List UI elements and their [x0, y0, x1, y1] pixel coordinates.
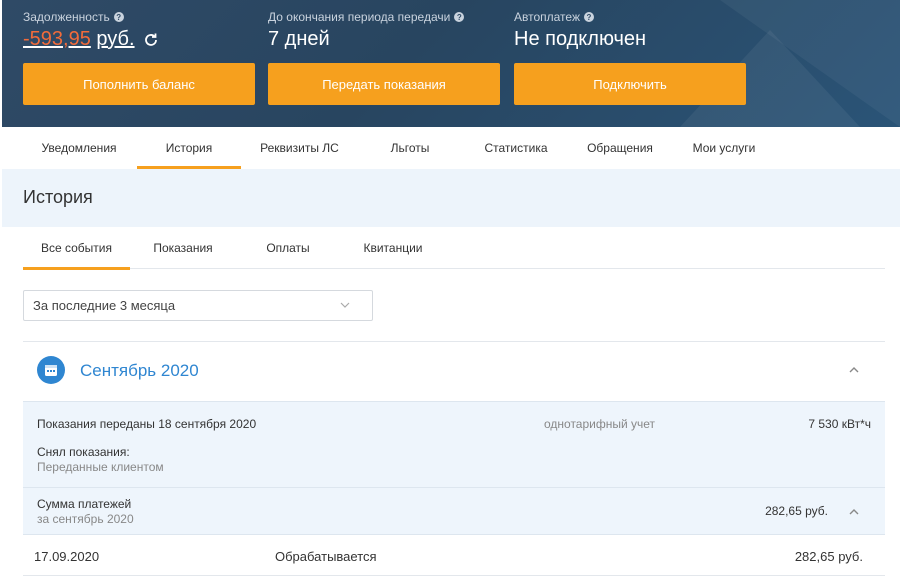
- page-title: История: [23, 187, 93, 207]
- subtab-receipts[interactable]: Квитанции: [350, 227, 436, 269]
- reading-value: 7 530 кВт*ч: [808, 417, 871, 431]
- payment-amount: 282,65 руб.: [794, 549, 863, 564]
- chevron-down-icon: [340, 302, 350, 308]
- chevron-up-icon[interactable]: [848, 506, 860, 518]
- period-value: 7 дней: [268, 28, 330, 50]
- autopay-status: Не подключен: [514, 28, 647, 50]
- payments-title: Сумма платежей: [37, 497, 132, 511]
- debt-amount-value: -593,95: [23, 28, 91, 50]
- help-icon[interactable]: ?: [454, 12, 465, 22]
- reading-taken-by-label: Снял показания:: [37, 445, 130, 459]
- submit-readings-button[interactable]: Передать показания: [268, 63, 500, 105]
- debt-amount[interactable]: -593,95 руб.: [23, 28, 135, 51]
- reading-tariff: однотарифный учет: [544, 417, 656, 431]
- connect-autopay-button[interactable]: Подключить: [514, 63, 746, 105]
- account-summary-banner: Задолженность ? -593,95 руб. До окончани…: [2, 0, 900, 127]
- payments-summary[interactable]: Сумма платежей за сентябрь 2020 282,65 р…: [23, 487, 885, 535]
- tab-requests[interactable]: Обращения: [572, 127, 668, 169]
- page-header: История: [2, 169, 900, 227]
- payment-status: Обрабатывается: [275, 549, 377, 564]
- debt-block: Задолженность ? -593,95 руб.: [23, 10, 159, 51]
- period-label: До окончания периода передачи: [268, 10, 451, 24]
- help-icon[interactable]: ?: [584, 12, 594, 22]
- help-icon[interactable]: ?: [113, 12, 124, 22]
- payments-subtitle: за сентябрь 2020: [37, 512, 134, 526]
- history-filter-tabs: Все события Показания Оплаты Квитанции: [23, 227, 885, 270]
- period-filter-value: За последние 3 месяца: [33, 298, 176, 313]
- refresh-icon[interactable]: [143, 32, 159, 48]
- debt-amount-currency: руб.: [96, 28, 135, 50]
- chevron-up-icon[interactable]: [848, 364, 860, 376]
- month-title: Сентябрь 2020: [80, 361, 199, 380]
- subtab-payments[interactable]: Оплаты: [245, 227, 331, 269]
- calendar-icon: [37, 356, 65, 384]
- history-content: История Все события Показания Оплаты Кви…: [2, 169, 900, 582]
- reading-title: Показания переданы 18 сентября 2020: [37, 417, 257, 431]
- tab-my-services[interactable]: Мои услуги: [674, 127, 774, 169]
- autopay-label: Автоплатеж: [514, 10, 580, 24]
- account-tabs: Уведомления История Реквизиты ЛС Льготы …: [2, 127, 900, 169]
- topup-button[interactable]: Пополнить баланс: [23, 63, 255, 105]
- period-block: До окончания периода передачи ? 7 дней: [268, 10, 465, 51]
- reading-event: Показания переданы 18 сентября 2020 одно…: [23, 401, 885, 487]
- tab-benefits[interactable]: Льготы: [362, 127, 458, 169]
- month-group-header[interactable]: Сентябрь 2020: [23, 342, 885, 401]
- autopay-block: Автоплатеж ? Не подключен: [514, 10, 646, 51]
- subtab-readings[interactable]: Показания: [140, 227, 226, 269]
- payment-row: 17.09.2020 Обрабатывается 282,65 руб.: [23, 535, 885, 576]
- reading-taken-by-value: Переданные клиентом: [37, 460, 164, 474]
- tab-notifications[interactable]: Уведомления: [24, 127, 134, 169]
- payments-total: 282,65 руб.: [765, 504, 828, 518]
- tab-history[interactable]: История: [137, 127, 241, 169]
- subtab-all-events[interactable]: Все события: [23, 227, 130, 270]
- tab-statistics[interactable]: Статистика: [468, 127, 564, 169]
- period-filter-select[interactable]: За последние 3 месяца: [23, 290, 373, 321]
- payment-date: 17.09.2020: [34, 549, 100, 564]
- debt-label: Задолженность: [23, 10, 110, 24]
- tab-account-details[interactable]: Реквизиты ЛС: [247, 127, 352, 169]
